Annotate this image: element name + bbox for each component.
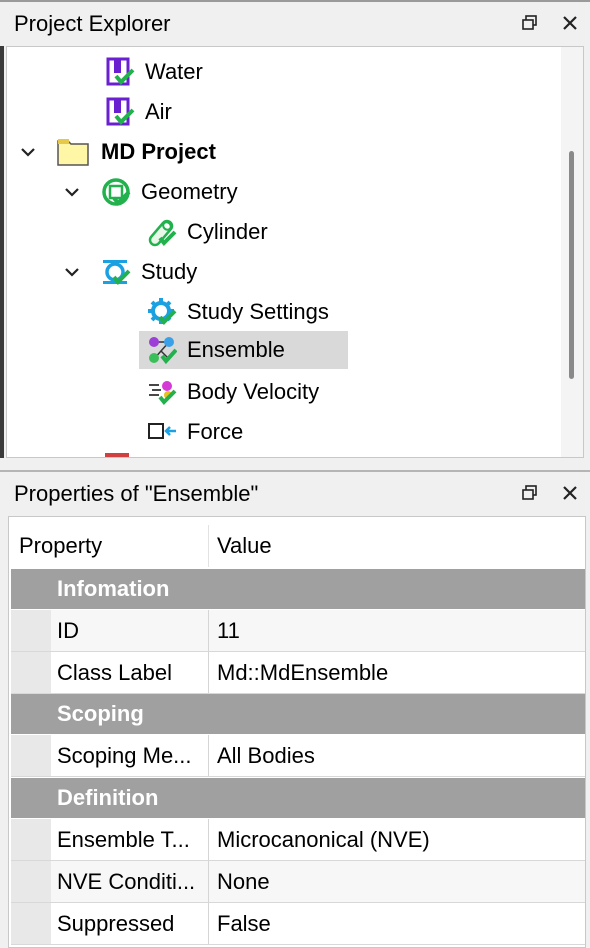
material-icon — [106, 97, 135, 126]
chevron-down-icon[interactable] — [17, 141, 39, 163]
group-header-scoping[interactable]: Scoping — [11, 694, 585, 734]
restore-window-icon[interactable] — [518, 11, 542, 35]
tree-item-label: Study — [141, 259, 198, 284]
property-value[interactable]: Microcanonical (NVE) — [209, 819, 585, 860]
study-settings-icon — [148, 298, 177, 325]
group-header-definition[interactable]: Definition — [11, 778, 585, 818]
tree-item-label: Water — [145, 59, 203, 84]
tree-item-md-project[interactable]: MD Project — [55, 133, 216, 171]
ensemble-icon — [149, 337, 177, 365]
tree-item-label: Cylinder — [187, 219, 268, 244]
scrollbar-thumb[interactable] — [569, 151, 574, 379]
tree-item-air[interactable]: Air — [105, 93, 172, 131]
property-row-nve-condition[interactable]: NVE Conditi... None — [11, 861, 585, 903]
group-label: Definition — [57, 785, 159, 810]
tree-item-partial — [105, 453, 129, 457]
column-header-property[interactable]: Property — [11, 525, 209, 567]
folder-icon — [57, 139, 89, 166]
tree-item-force[interactable]: Force — [147, 413, 243, 451]
properties-header: Properties of "Ensemble" — [0, 470, 590, 512]
force-icon — [148, 423, 176, 439]
project-explorer-header: Project Explorer — [0, 0, 590, 42]
property-name: Scoping Me... — [11, 735, 209, 776]
property-name: Suppressed — [11, 903, 209, 944]
properties-title: Properties of "Ensemble" — [14, 481, 259, 506]
property-value[interactable]: Md::MdEnsemble — [209, 652, 585, 693]
property-row-class-label[interactable]: Class Label Md::MdEnsemble — [11, 652, 585, 694]
property-name: ID — [11, 610, 209, 651]
tree-item-label: Geometry — [141, 179, 238, 204]
property-value[interactable]: False — [209, 903, 585, 944]
tree-item-label: Study Settings — [187, 299, 329, 324]
group-header-information[interactable]: Infomation — [11, 569, 585, 609]
property-name: Class Label — [11, 652, 209, 693]
properties-grid[interactable]: Property Value Infomation ID 11 Class La… — [8, 516, 586, 948]
tree-item-body-velocity[interactable]: Body Velocity — [147, 373, 319, 411]
column-header-value[interactable]: Value — [209, 525, 585, 567]
property-row-ensemble-type[interactable]: Ensemble T... Microcanonical (NVE) — [11, 819, 585, 861]
property-value[interactable]: All Bodies — [209, 735, 585, 776]
project-tree[interactable]: Water Air MD Project Geometry Cylinder S… — [6, 46, 584, 458]
properties-column-header: Property Value — [11, 525, 585, 567]
study-icon — [103, 260, 131, 285]
property-row-scoping-method[interactable]: Scoping Me... All Bodies — [11, 735, 585, 777]
close-icon[interactable] — [558, 481, 582, 505]
tree-item-label: Body Velocity — [187, 379, 320, 404]
property-value[interactable]: 11 — [209, 610, 585, 651]
tree-item-study[interactable]: Study — [101, 253, 197, 291]
tree-item-water[interactable]: Water — [105, 53, 203, 91]
tree-item-geometry[interactable]: Geometry — [101, 173, 238, 211]
group-label: Scoping — [57, 701, 144, 726]
tree-item-label: MD Project — [101, 139, 216, 164]
geometry-icon — [102, 178, 131, 206]
tree-item-label: Air — [145, 99, 172, 124]
material-icon — [106, 57, 135, 86]
chevron-down-icon[interactable] — [61, 181, 83, 203]
property-name: NVE Conditi... — [11, 861, 209, 902]
cylinder-icon — [148, 219, 177, 247]
vertical-scrollbar[interactable] — [561, 47, 583, 457]
group-label: Infomation — [57, 576, 170, 601]
chevron-down-icon[interactable] — [61, 261, 83, 283]
tree-item-cylinder[interactable]: Cylinder — [147, 213, 268, 251]
tree-item-label: Force — [187, 419, 244, 444]
body-velocity-icon — [149, 381, 177, 405]
property-row-id[interactable]: ID 11 — [11, 610, 585, 652]
property-value[interactable]: None — [209, 861, 585, 902]
close-icon[interactable] — [558, 11, 582, 35]
restore-window-icon[interactable] — [518, 481, 542, 505]
property-row-suppressed[interactable]: Suppressed False — [11, 903, 585, 945]
project-explorer-title: Project Explorer — [14, 11, 171, 36]
property-name: Ensemble T... — [11, 819, 209, 860]
tree-item-ensemble[interactable]: Ensemble — [139, 331, 348, 369]
tree-item-label: Ensemble — [187, 337, 285, 362]
panel-left-edge — [0, 46, 4, 458]
tree-item-study-settings[interactable]: Study Settings — [147, 293, 329, 331]
